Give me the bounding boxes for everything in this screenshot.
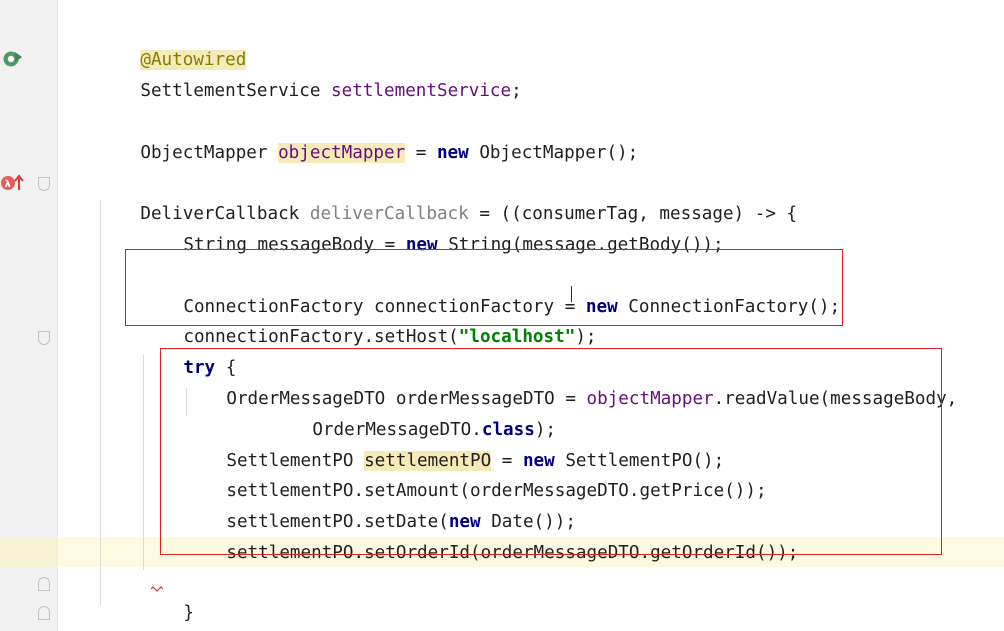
code-text: ObjectMapper(); bbox=[468, 143, 639, 163]
annotation-box-connection bbox=[125, 249, 843, 326]
gutter-current-line bbox=[0, 537, 58, 567]
fold-marker-icon[interactable] bbox=[38, 331, 50, 345]
fold-marker-icon[interactable] bbox=[38, 177, 50, 191]
code-line[interactable]: } bbox=[141, 568, 194, 623]
error-squiggle-icon bbox=[151, 586, 163, 592]
code-line[interactable]: ObjectMapper objectMapper = new ObjectMa… bbox=[98, 108, 638, 163]
text-cursor bbox=[571, 286, 572, 302]
svg-text:λ: λ bbox=[5, 179, 12, 190]
bean-injection-icon[interactable] bbox=[0, 48, 24, 70]
code-line[interactable]: @Autowired bbox=[98, 15, 247, 70]
field-name: settlementService bbox=[331, 81, 512, 101]
type-name: ObjectMapper bbox=[140, 143, 279, 163]
code-line[interactable]: DeliverCallback deliverCallback = ((cons… bbox=[98, 169, 797, 224]
indent-guide bbox=[100, 200, 101, 605]
lambda-override-icon[interactable]: λ bbox=[0, 172, 26, 194]
operator: = bbox=[405, 143, 437, 163]
type-name: SettlementService bbox=[140, 81, 332, 101]
code-line[interactable]: }); bbox=[98, 599, 172, 629]
annotation-box-settlement bbox=[160, 348, 942, 555]
fold-marker-icon[interactable] bbox=[38, 606, 50, 620]
string-literal: "localhost" bbox=[458, 327, 576, 347]
punctuation: ; bbox=[511, 81, 522, 101]
punctuation: ); bbox=[575, 327, 597, 347]
keyword: new bbox=[436, 143, 469, 163]
punctuation: } bbox=[183, 603, 194, 623]
code-line[interactable]: String messageBody = new String(message.… bbox=[141, 200, 723, 255]
code-editor[interactable]: λ @Autowired SettlementService settlemen… bbox=[0, 0, 1004, 631]
fold-marker-icon[interactable] bbox=[38, 577, 50, 591]
code-line[interactable]: SettlementService settlementService; bbox=[98, 46, 521, 101]
field-name-highlighted: objectMapper bbox=[278, 143, 406, 163]
